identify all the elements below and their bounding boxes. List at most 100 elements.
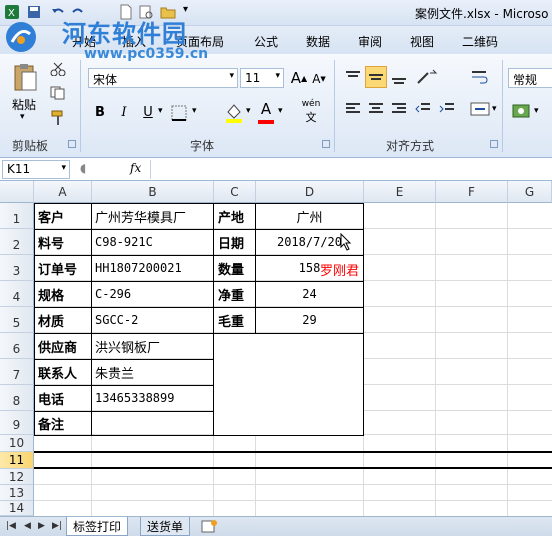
row-header[interactable]: 3 xyxy=(0,255,34,281)
font-size-select[interactable]: 11 ▾ xyxy=(240,68,284,88)
orientation-button[interactable] xyxy=(414,66,440,88)
phonetic-button[interactable]: wén 文 xyxy=(298,99,324,124)
cell-value[interactable]: 广州芳华模具厂 xyxy=(92,203,213,229)
cell-value[interactable]: 朱贵兰 xyxy=(92,359,213,385)
cell-value[interactable]: SGCC-2 xyxy=(92,307,213,333)
clipboard-launcher-icon[interactable] xyxy=(68,140,76,148)
cell-label[interactable]: 供应商 xyxy=(35,333,91,359)
row-header[interactable]: 14 xyxy=(0,501,34,516)
row-header-selected[interactable]: 11 xyxy=(0,452,34,469)
row-header[interactable]: 8 xyxy=(0,385,34,411)
cell-value[interactable]: 29 xyxy=(256,307,363,333)
cell-label[interactable]: 客户 xyxy=(35,203,91,229)
cell-label[interactable]: 规格 xyxy=(35,281,91,307)
next-sheet-icon[interactable]: ▶ xyxy=(38,521,45,531)
cell-label[interactable]: 联系人 xyxy=(35,359,91,385)
cell-label[interactable]: 材质 xyxy=(35,307,91,333)
grow-font-button[interactable]: A ▲ xyxy=(290,68,308,88)
cell-label[interactable]: 净重 xyxy=(215,281,255,307)
align-left-button[interactable] xyxy=(342,98,364,120)
cell-label[interactable]: 产地 xyxy=(215,203,255,229)
shrink-font-button[interactable]: A ▼ xyxy=(310,70,328,88)
formula-input[interactable] xyxy=(150,160,552,179)
cell-label[interactable]: 订单号 xyxy=(35,255,91,281)
cell-value[interactable]: 广州 xyxy=(256,203,363,229)
column-header[interactable]: E xyxy=(364,181,436,203)
column-header[interactable]: G xyxy=(508,181,552,203)
underline-dropdown-icon[interactable]: ▾ xyxy=(158,106,163,116)
tab-view[interactable]: 视图 xyxy=(410,33,434,50)
cell-value[interactable]: 24 xyxy=(256,281,363,307)
column-header[interactable]: A xyxy=(34,181,92,203)
paste-label[interactable]: 粘贴 xyxy=(12,96,36,113)
bold-button[interactable]: B xyxy=(92,102,108,122)
cell-label[interactable]: 日期 xyxy=(215,229,255,255)
sheet-tab[interactable]: 送货单 xyxy=(140,517,191,536)
merged-cell[interactable] xyxy=(214,334,363,435)
merge-dropdown-icon[interactable]: ▾ xyxy=(492,104,497,114)
tab-formulas[interactable]: 公式 xyxy=(254,33,278,50)
row-header[interactable]: 7 xyxy=(0,359,34,385)
decrease-indent-button[interactable] xyxy=(412,98,434,120)
tab-data[interactable]: 数据 xyxy=(306,33,330,50)
align-right-button[interactable] xyxy=(388,98,410,120)
fill-color-dropdown-icon[interactable]: ▾ xyxy=(246,106,251,116)
column-header[interactable]: B xyxy=(92,181,214,203)
row-header[interactable]: 2 xyxy=(0,229,34,255)
select-all-corner[interactable] xyxy=(0,181,34,203)
increase-indent-button[interactable] xyxy=(436,98,458,120)
align-center-button[interactable] xyxy=(365,98,387,120)
number-format-select[interactable]: 常规 xyxy=(508,68,552,88)
wrap-text-button[interactable] xyxy=(468,66,492,88)
cell-label[interactable]: 备注 xyxy=(35,411,91,435)
align-bottom-button[interactable] xyxy=(388,66,410,88)
tab-review[interactable]: 审阅 xyxy=(358,33,382,50)
font-color-dropdown-icon[interactable]: ▾ xyxy=(278,106,283,116)
cell-value[interactable]: C98-921C xyxy=(92,229,213,255)
column-header[interactable]: D xyxy=(256,181,364,203)
cell-value[interactable] xyxy=(92,411,213,435)
fill-color-icon[interactable] xyxy=(224,102,244,124)
prev-sheet-icon[interactable]: ◀ xyxy=(24,521,31,531)
font-color-button[interactable]: A xyxy=(256,100,276,118)
row-header[interactable]: 12 xyxy=(0,469,34,485)
tab-qrcode[interactable]: 二维码 xyxy=(462,33,498,50)
cell-label[interactable]: 数量 xyxy=(215,255,255,281)
name-box[interactable]: K11 ▾ xyxy=(2,160,70,179)
row-header[interactable]: 4 xyxy=(0,281,34,307)
underline-button[interactable]: U xyxy=(140,102,156,122)
accounting-format-icon[interactable] xyxy=(512,102,534,120)
sheet-tab-active[interactable]: 标签打印 xyxy=(66,517,129,536)
align-middle-button[interactable] xyxy=(365,66,387,88)
row-header[interactable]: 9 xyxy=(0,411,34,435)
cell-label[interactable]: 电话 xyxy=(35,385,91,411)
format-painter-icon[interactable] xyxy=(50,110,66,126)
align-top-button[interactable] xyxy=(342,66,364,88)
formula-bar-splitter-icon[interactable]: ◖ xyxy=(80,161,86,175)
column-header[interactable]: C xyxy=(214,181,256,203)
first-sheet-icon[interactable]: |◀ xyxy=(6,521,16,531)
insert-sheet-icon[interactable] xyxy=(200,519,220,534)
cell-label[interactable]: 料号 xyxy=(35,229,91,255)
borders-icon[interactable] xyxy=(170,104,190,122)
borders-dropdown-icon[interactable]: ▾ xyxy=(192,106,197,116)
copy-icon[interactable] xyxy=(50,86,66,100)
row-header[interactable]: 13 xyxy=(0,485,34,501)
cell-value[interactable]: 13465338899 xyxy=(92,385,213,411)
row-header[interactable]: 6 xyxy=(0,333,34,359)
insert-function-icon[interactable]: fx xyxy=(130,161,141,175)
cell-value[interactable]: C-296 xyxy=(92,281,213,307)
font-launcher-icon[interactable] xyxy=(322,140,330,148)
row-header[interactable]: 10 xyxy=(0,435,34,452)
row-header[interactable]: 5 xyxy=(0,307,34,333)
worksheet-grid[interactable]: A B C D E F G 1 2 3 4 5 6 7 8 9 10 11 12… xyxy=(0,181,552,516)
italic-button[interactable]: I xyxy=(116,102,132,122)
last-sheet-icon[interactable]: ▶| xyxy=(52,521,62,531)
cell-label[interactable]: 毛重 xyxy=(215,307,255,333)
alignment-launcher-icon[interactable] xyxy=(490,140,498,148)
column-header[interactable]: F xyxy=(436,181,508,203)
merge-center-button[interactable] xyxy=(468,98,492,120)
cell-value[interactable]: HH1807200021 xyxy=(92,255,213,281)
row-header[interactable]: 1 xyxy=(0,203,34,229)
cell-value[interactable]: 洪兴钢板厂 xyxy=(92,333,213,359)
